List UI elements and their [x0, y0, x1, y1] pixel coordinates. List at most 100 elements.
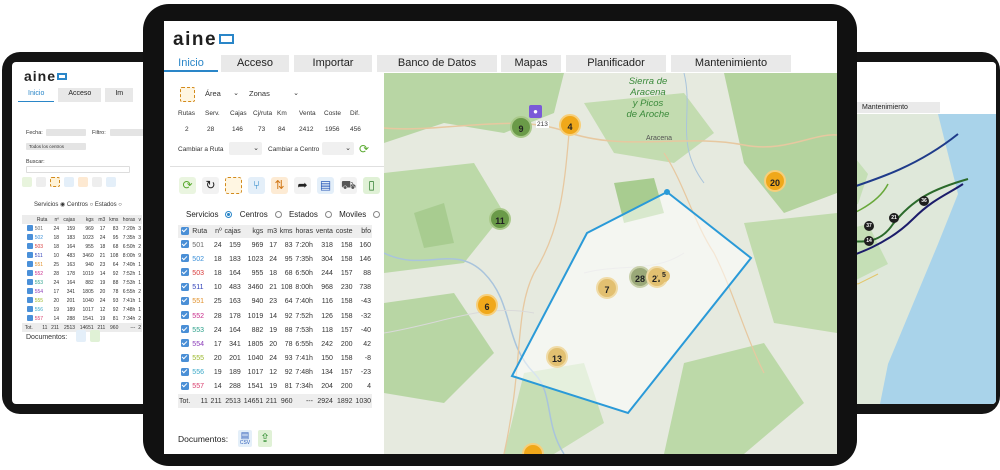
row-checkbox[interactable]: [178, 281, 191, 295]
left-centros-select[interactable]: Todos los centros: [26, 143, 86, 150]
left-refresh-icon[interactable]: [22, 177, 32, 187]
table-row[interactable]: 511 10 483 3460 21 108 8:00h 968 230 738: [178, 281, 372, 295]
cluster-20[interactable]: 20: [764, 170, 786, 192]
merge-routes-icon[interactable]: ⑂: [248, 177, 265, 194]
document-icon[interactable]: ▤: [317, 177, 334, 194]
select-all-checkbox[interactable]: [178, 225, 192, 238]
table-row[interactable]: 557 14 288 1541 19 81 7:34h 204 200 4: [178, 380, 372, 394]
left-radio-estados[interactable]: Estados: [95, 202, 117, 208]
row-checkbox[interactable]: [178, 380, 191, 394]
left-csv-icon[interactable]: [76, 330, 86, 342]
route-map[interactable]: Sierra de Aracena y Picos de Aroche Arac…: [384, 73, 837, 454]
csv-download-icon[interactable]: ▤ CSV: [238, 430, 252, 447]
tab-banco-de-datos[interactable]: Banco de Datos: [377, 55, 497, 72]
mobile-export-icon[interactable]: ▯: [363, 177, 380, 194]
reload-icon[interactable]: ↻: [202, 177, 219, 194]
left-table-row[interactable]: 557 14 288 1541 19 81 7:34h 2: [22, 314, 142, 323]
row-checkbox[interactable]: [178, 337, 191, 351]
left-row-checkbox[interactable]: [22, 314, 34, 323]
left-buscar-input[interactable]: [26, 166, 130, 173]
cluster-13[interactable]: 13: [546, 346, 568, 368]
right-marker-14[interactable]: 14: [864, 236, 874, 246]
lasso-select-icon[interactable]: [225, 177, 242, 194]
left-tab-inicio[interactable]: Inicio: [18, 88, 55, 102]
table-row[interactable]: 502 18 183 1023 24 95 7:35h 304 158 146: [178, 252, 372, 266]
area-select[interactable]: Área ⌄: [202, 87, 242, 100]
row-checkbox[interactable]: [178, 352, 191, 366]
cambiar-centro-select[interactable]: ⌄: [322, 142, 354, 155]
row-checkbox[interactable]: [178, 323, 191, 337]
left-row-checkbox[interactable]: [22, 287, 34, 296]
left-table-row[interactable]: 551 25 163 940 23 64 7:40h 1: [22, 260, 142, 269]
sync-icon[interactable]: ⟳: [358, 143, 370, 155]
left-select-icon[interactable]: [50, 177, 60, 187]
left-radio-centros[interactable]: Centros: [67, 202, 88, 208]
radio-centros[interactable]: Centros: [240, 210, 282, 219]
left-reload-icon[interactable]: [36, 177, 46, 187]
left-tab-im[interactable]: Im: [105, 88, 134, 102]
cluster-7[interactable]: 7: [596, 277, 618, 299]
table-row[interactable]: 556 19 189 1017 12 92 7:48h 134 157 -23: [178, 366, 372, 380]
table-row[interactable]: 555 20 201 1040 24 93 7:41h 150 158 -8: [178, 352, 372, 366]
right-marker-36[interactable]: 36: [919, 196, 929, 206]
left-table-row[interactable]: 555 20 201 1040 24 93 7:41h 1: [22, 296, 142, 305]
cluster-6[interactable]: 6: [476, 294, 498, 316]
left-tab-acceso[interactable]: Acceso: [58, 88, 102, 102]
tab-mantenimiento[interactable]: Mantenimiento: [671, 55, 791, 72]
cluster-partial[interactable]: [522, 443, 544, 454]
left-table-row[interactable]: 553 24 164 882 19 88 7:53h 1: [22, 278, 142, 287]
upload-icon[interactable]: ⇪: [258, 430, 272, 447]
tab-inicio[interactable]: Inicio: [164, 55, 218, 72]
left-upload-icon[interactable]: [90, 330, 100, 342]
left-arrow-icon[interactable]: [92, 177, 102, 187]
swap-icon[interactable]: ⇅: [271, 177, 288, 194]
left-row-checkbox[interactable]: [22, 269, 34, 278]
area-select-icon[interactable]: [180, 87, 195, 102]
table-row[interactable]: 551 25 163 940 23 64 7:40h 116 158 -43: [178, 295, 372, 309]
left-row-checkbox[interactable]: [22, 296, 34, 305]
cluster-9[interactable]: 9: [510, 116, 532, 138]
row-checkbox[interactable]: [178, 295, 191, 309]
left-row-checkbox[interactable]: [22, 242, 34, 251]
left-merge-icon[interactable]: [64, 177, 74, 187]
radio-moviles[interactable]: Moviles: [339, 210, 381, 219]
row-checkbox[interactable]: [178, 309, 191, 323]
left-row-checkbox[interactable]: [22, 260, 34, 269]
left-row-checkbox[interactable]: [22, 233, 34, 242]
truck-icon[interactable]: ⛟: [340, 177, 357, 194]
left-row-checkbox[interactable]: [22, 251, 34, 260]
tab-mapas[interactable]: Mapas: [501, 55, 561, 72]
left-fecha-input[interactable]: [46, 129, 86, 136]
cluster-5[interactable]: 5: [658, 270, 670, 282]
left-table-row[interactable]: 501 24 159 969 17 83 7:20h 3: [22, 224, 142, 233]
tab-acceso[interactable]: Acceso: [221, 55, 289, 72]
depot-marker-icon[interactable]: ●: [529, 105, 542, 118]
left-table-row[interactable]: 511 10 483 3460 21 108 8:00h 9: [22, 251, 142, 260]
table-row[interactable]: 553 24 164 882 19 88 7:53h 118 157 -40: [178, 323, 372, 337]
table-row[interactable]: 552 28 178 1019 14 92 7:52h 126 158 -32: [178, 309, 372, 323]
radio-estados[interactable]: Estados: [289, 210, 332, 219]
tab-importar[interactable]: Importar: [294, 55, 372, 72]
refresh-icon[interactable]: ⟳: [179, 177, 196, 194]
left-doc-icon[interactable]: [106, 177, 116, 187]
table-row[interactable]: 503 18 164 955 18 68 6:50h 244 157 88: [178, 266, 372, 280]
left-radio-servicios[interactable]: Servicios: [34, 202, 58, 208]
tab-planificador[interactable]: Planificador: [566, 55, 666, 72]
left-row-checkbox[interactable]: [22, 224, 34, 233]
left-table-row[interactable]: 554 17 341 1805 20 78 6:55h 2: [22, 287, 142, 296]
row-checkbox[interactable]: [178, 252, 191, 266]
left-row-checkbox[interactable]: [22, 305, 34, 314]
left-table-row[interactable]: 556 19 189 1017 12 92 7:48h 1: [22, 305, 142, 314]
table-row[interactable]: 501 24 159 969 17 83 7:20h 318 158 160: [178, 238, 372, 252]
left-table-row[interactable]: 503 18 164 955 18 68 6:50h 2: [22, 242, 142, 251]
right-marker-37[interactable]: 37: [864, 221, 874, 231]
cambiar-ruta-select[interactable]: ⌄: [229, 142, 262, 155]
left-table-row[interactable]: 502 18 183 1023 24 95 7:35h 3: [22, 233, 142, 242]
left-swap-icon[interactable]: [78, 177, 88, 187]
zonas-select[interactable]: Zonas ⌄: [246, 87, 302, 100]
left-row-checkbox[interactable]: [22, 278, 34, 287]
cluster-4[interactable]: 4: [559, 114, 581, 136]
table-row[interactable]: 554 17 341 1805 20 78 6:55h 242 200 42: [178, 337, 372, 351]
left-table-row[interactable]: 552 28 178 1019 14 92 7:52h 1: [22, 269, 142, 278]
row-checkbox[interactable]: [178, 366, 191, 380]
